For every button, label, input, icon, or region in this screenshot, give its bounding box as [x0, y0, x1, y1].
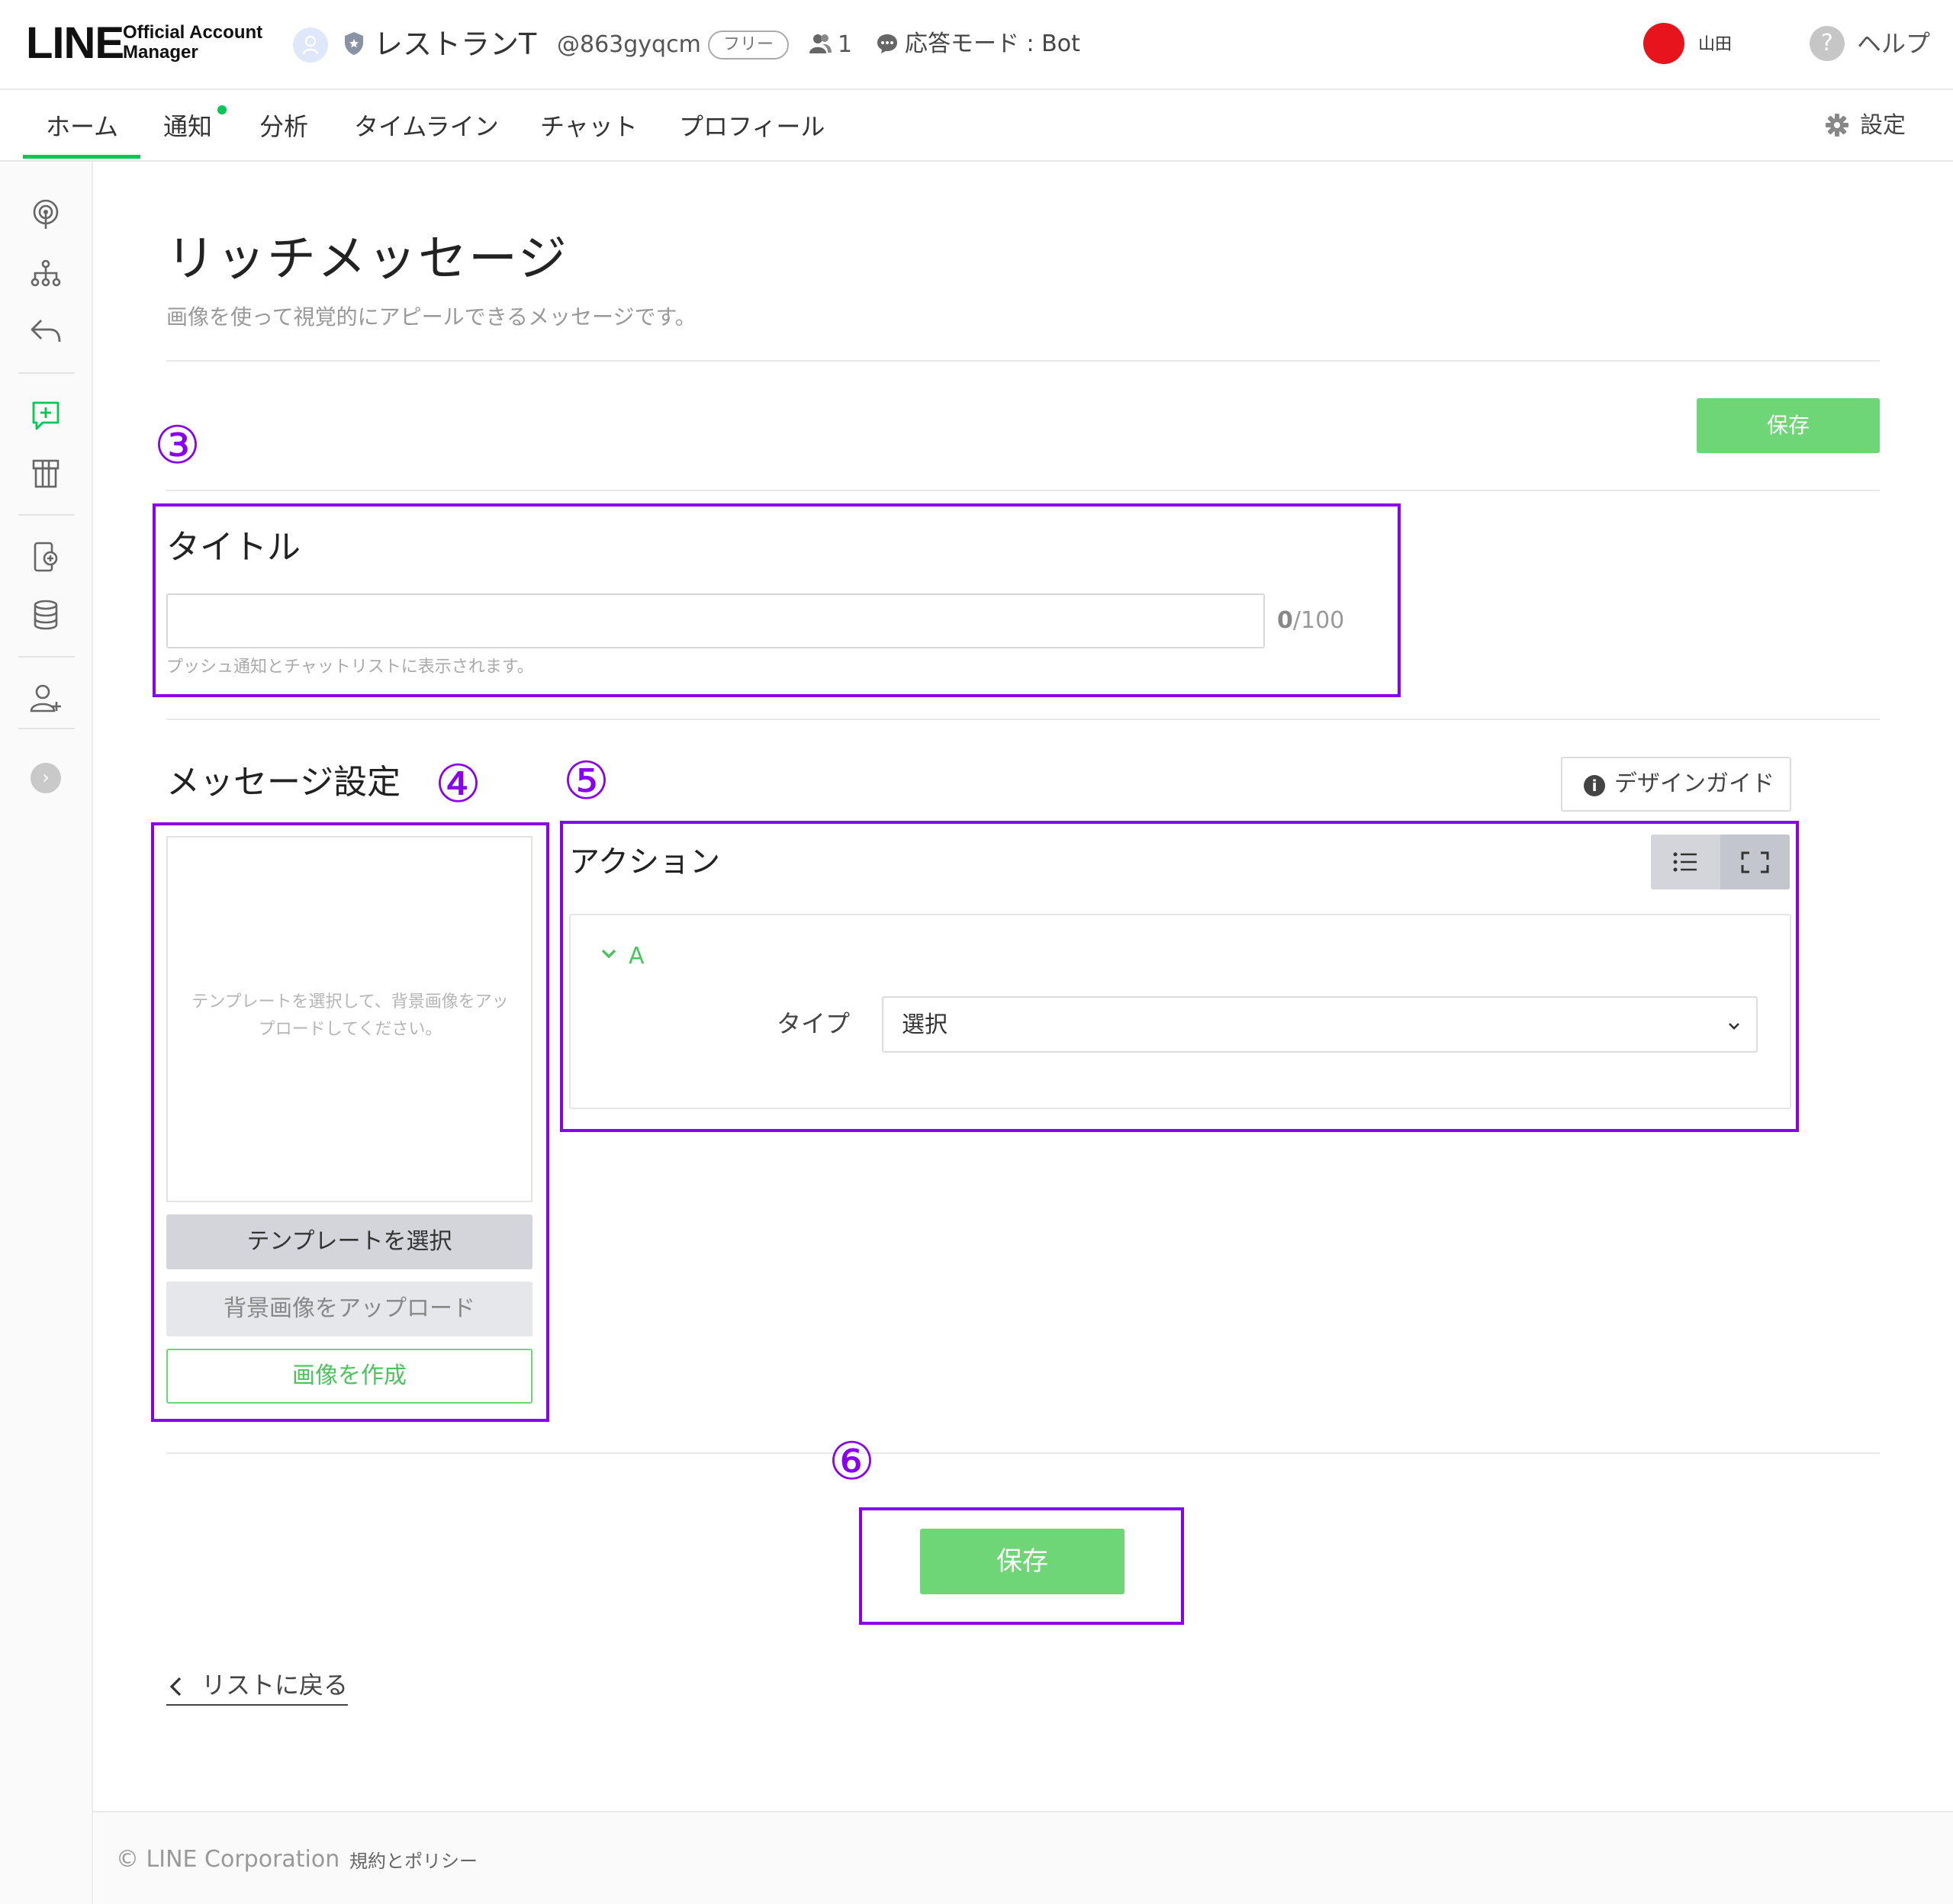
- action-item-label[interactable]: A: [629, 940, 645, 973]
- tab-timeline[interactable]: タイムライン: [354, 104, 499, 150]
- coupon-icon[interactable]: [27, 455, 64, 491]
- chat-bubble-icon: [877, 34, 897, 53]
- footer-divider: [93, 1811, 1953, 1812]
- save-button-top[interactable]: 保存: [1697, 398, 1880, 453]
- logo-subtitle: Official Account Manager: [123, 22, 263, 63]
- hierarchy-icon[interactable]: [27, 255, 64, 291]
- design-guide-button[interactable]: i デザインガイド: [1561, 757, 1791, 812]
- settings-link[interactable]: 設定: [1860, 107, 1906, 145]
- plan-badge: フリー: [708, 31, 790, 60]
- friends-count: 1: [838, 31, 853, 58]
- tab-notifications[interactable]: 通知: [163, 104, 212, 150]
- friends-icon: [809, 34, 832, 53]
- annotation-number-5: ⑤: [563, 751, 610, 812]
- tab-home[interactable]: ホーム: [46, 104, 118, 150]
- list-icon: [1673, 852, 1697, 872]
- rail-divider: [18, 656, 75, 658]
- account-name[interactable]: レストランT: [374, 24, 536, 64]
- divider: [166, 1452, 1880, 1454]
- title-input[interactable]: [166, 593, 1265, 648]
- reply-icon[interactable]: [27, 313, 64, 349]
- annotation-number-4: ④: [435, 754, 481, 815]
- user-avatar[interactable]: [1643, 23, 1684, 64]
- divider: [166, 490, 1880, 491]
- active-tab-indicator: [23, 155, 140, 159]
- mobile-card-icon[interactable]: [27, 539, 64, 575]
- title-hint: プッシュ通知とチャットリストに表示されます。: [166, 658, 534, 677]
- account-avatar[interactable]: [293, 27, 328, 63]
- chevron-down-icon[interactable]: [600, 944, 618, 963]
- rail-divider: [18, 514, 75, 516]
- help-link[interactable]: ヘルプ: [1857, 26, 1930, 61]
- preview-placeholder-text: テンプレートを選択して、背景画像をアッ プロードしてください。: [191, 992, 509, 1039]
- line-logo[interactable]: LINE: [26, 17, 124, 70]
- chevron-left-icon: [169, 1677, 182, 1697]
- rich-message-icon[interactable]: [27, 397, 64, 433]
- terms-link[interactable]: 規約とポリシー: [349, 1846, 478, 1877]
- title-char-counter: 0/100: [1277, 607, 1345, 634]
- title-section-label: タイトル: [166, 528, 301, 567]
- response-mode[interactable]: 応答モード : Bot: [905, 27, 1080, 61]
- verified-shield-icon: [345, 32, 363, 55]
- save-button-bottom[interactable]: 保存: [920, 1529, 1125, 1594]
- info-icon: i: [1584, 775, 1605, 796]
- rail-divider: [18, 372, 75, 374]
- back-to-list-link[interactable]: リストに戻る: [166, 1666, 349, 1706]
- list-view-toggle[interactable]: [1651, 835, 1720, 889]
- page-subtitle: 画像を使って視覚的にアピールできるメッセージです。: [166, 304, 697, 330]
- broadcast-icon[interactable]: [27, 197, 64, 233]
- chevron-down-icon: [1729, 1023, 1739, 1030]
- add-user-icon[interactable]: [27, 680, 64, 717]
- notification-dot: [217, 105, 227, 114]
- divider: [166, 719, 1880, 720]
- message-settings-label: メッセージ設定: [166, 763, 401, 802]
- tab-analytics[interactable]: 分析: [259, 104, 308, 150]
- expand-icon[interactable]: ›: [31, 763, 61, 793]
- tab-chat[interactable]: チャット: [540, 104, 638, 150]
- annotation-number-6: ⑥: [828, 1432, 875, 1492]
- action-section-label: アクション: [569, 844, 720, 880]
- upload-background-button[interactable]: 背景画像をアップロード: [166, 1282, 532, 1336]
- page-title: リッチメッセージ: [166, 231, 568, 288]
- type-label: タイプ: [777, 1009, 851, 1038]
- create-image-button[interactable]: 画像を作成: [166, 1349, 532, 1404]
- grid-view-toggle[interactable]: [1720, 835, 1790, 889]
- action-type-select[interactable]: 選択: [882, 996, 1758, 1053]
- divider: [166, 360, 1880, 362]
- account-id: @863gyqcm: [557, 31, 701, 58]
- gear-icon[interactable]: [1825, 113, 1849, 137]
- view-toggle: [1651, 835, 1790, 889]
- user-name[interactable]: 山田: [1698, 34, 1732, 56]
- help-icon[interactable]: ?: [1810, 26, 1845, 61]
- person-icon: [302, 35, 319, 55]
- copyright: © LINE Corporation: [116, 1846, 340, 1873]
- database-icon[interactable]: [27, 597, 64, 633]
- tab-profile[interactable]: プロフィール: [679, 104, 825, 150]
- rail-divider: [18, 728, 75, 729]
- fullscreen-icon: [1741, 851, 1769, 873]
- annotation-number-3: ③: [154, 416, 201, 476]
- select-template-button[interactable]: テンプレートを選択: [166, 1214, 532, 1269]
